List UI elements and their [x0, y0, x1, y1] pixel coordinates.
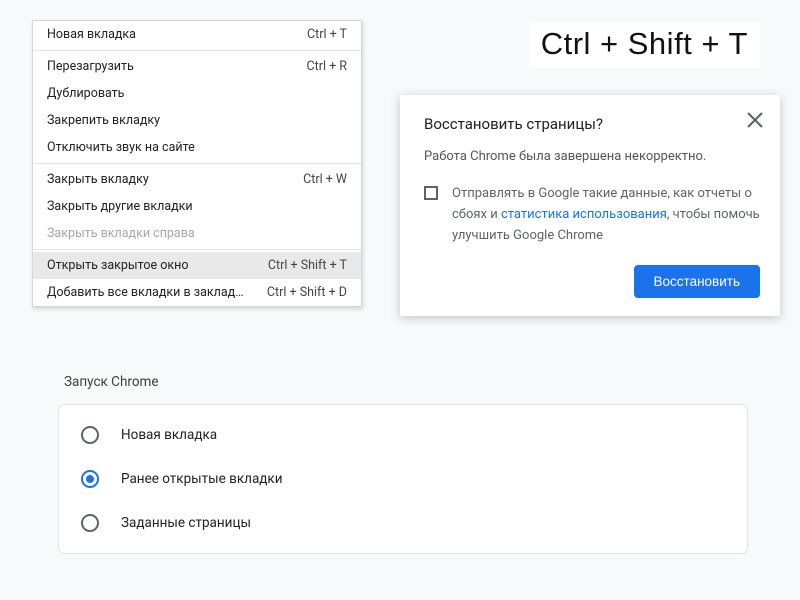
ctx-separator — [33, 50, 361, 51]
usage-stats-link[interactable]: статистика использования — [501, 207, 667, 222]
ctx-close-tab[interactable]: Закрыть вкладку Ctrl + W — [33, 166, 361, 193]
send-reports-checkbox[interactable] — [424, 186, 438, 200]
settings-heading: Запуск Chrome — [64, 374, 748, 390]
ctx-item-shortcut: Ctrl + Shift + D — [267, 285, 347, 300]
ctx-bookmark-all-tabs[interactable]: Добавить все вкладки в закладки... Ctrl … — [33, 279, 361, 306]
tab-context-menu: Новая вкладка Ctrl + T Перезагрузить Ctr… — [32, 20, 362, 307]
ctx-item-label: Перезагрузить — [47, 59, 134, 74]
settings-card: Новая вкладка Ранее открытые вкладки Зад… — [58, 404, 748, 554]
radio-label: Заданные страницы — [121, 515, 251, 531]
ctx-item-label: Закрыть вкладки справа — [47, 226, 195, 241]
radio-icon — [81, 426, 99, 444]
dialog-title: Восстановить страницы? — [424, 115, 760, 133]
dialog-body-text: Отправлять в Google такие данные, как от… — [452, 183, 760, 247]
radio-icon — [81, 470, 99, 488]
ctx-item-label: Дублировать — [47, 86, 124, 101]
ctx-item-shortcut: Ctrl + T — [307, 27, 347, 42]
restore-pages-dialog: Восстановить страницы? Работа Chrome был… — [400, 95, 780, 316]
radio-label: Ранее открытые вкладки — [121, 471, 283, 487]
ctx-separator — [33, 249, 361, 250]
ctx-item-label: Закрепить вкладку — [47, 113, 160, 128]
dialog-body: Отправлять в Google такие данные, как от… — [424, 183, 760, 247]
ctx-item-label: Добавить все вкладки в закладки... — [47, 285, 247, 300]
dialog-close-button[interactable] — [744, 109, 766, 131]
dialog-actions: Восстановить — [424, 265, 760, 298]
ctx-reload[interactable]: Перезагрузить Ctrl + R — [33, 53, 361, 80]
close-icon — [744, 109, 766, 131]
ctx-new-tab[interactable]: Новая вкладка Ctrl + T — [33, 21, 361, 48]
ctx-pin-tab[interactable]: Закрепить вкладку — [33, 107, 361, 134]
ctx-item-shortcut: Ctrl + R — [307, 59, 348, 74]
shortcut-caption: Ctrl + Shift + T — [529, 22, 760, 68]
ctx-mute-site[interactable]: Отключить звук на сайте — [33, 134, 361, 161]
restore-button[interactable]: Восстановить — [634, 265, 760, 298]
ctx-item-label: Отключить звук на сайте — [47, 140, 195, 155]
ctx-reopen-closed-window[interactable]: Открыть закрытое окно Ctrl + Shift + T — [33, 252, 361, 279]
ctx-close-other-tabs[interactable]: Закрыть другие вкладки — [33, 193, 361, 220]
startup-settings-section: Запуск Chrome Новая вкладка Ранее открыт… — [58, 374, 748, 554]
ctx-item-label: Новая вкладка — [47, 27, 136, 42]
ctx-separator — [33, 163, 361, 164]
radio-icon — [81, 514, 99, 532]
ctx-duplicate[interactable]: Дублировать — [33, 80, 361, 107]
ctx-item-shortcut: Ctrl + W — [303, 172, 347, 187]
dialog-subtitle: Работа Chrome была завершена некорректно… — [424, 147, 760, 167]
radio-label: Новая вкладка — [121, 427, 217, 443]
ctx-item-label: Закрыть другие вкладки — [47, 199, 193, 214]
ctx-item-shortcut: Ctrl + Shift + T — [268, 258, 347, 273]
ctx-item-label: Закрыть вкладку — [47, 172, 149, 187]
ctx-close-tabs-right: Закрыть вкладки справа — [33, 220, 361, 247]
startup-option-continue[interactable]: Ранее открытые вкладки — [59, 457, 747, 501]
startup-option-new-tab[interactable]: Новая вкладка — [59, 413, 747, 457]
ctx-item-label: Открыть закрытое окно — [47, 258, 188, 273]
startup-option-specific-pages[interactable]: Заданные страницы — [59, 501, 747, 545]
